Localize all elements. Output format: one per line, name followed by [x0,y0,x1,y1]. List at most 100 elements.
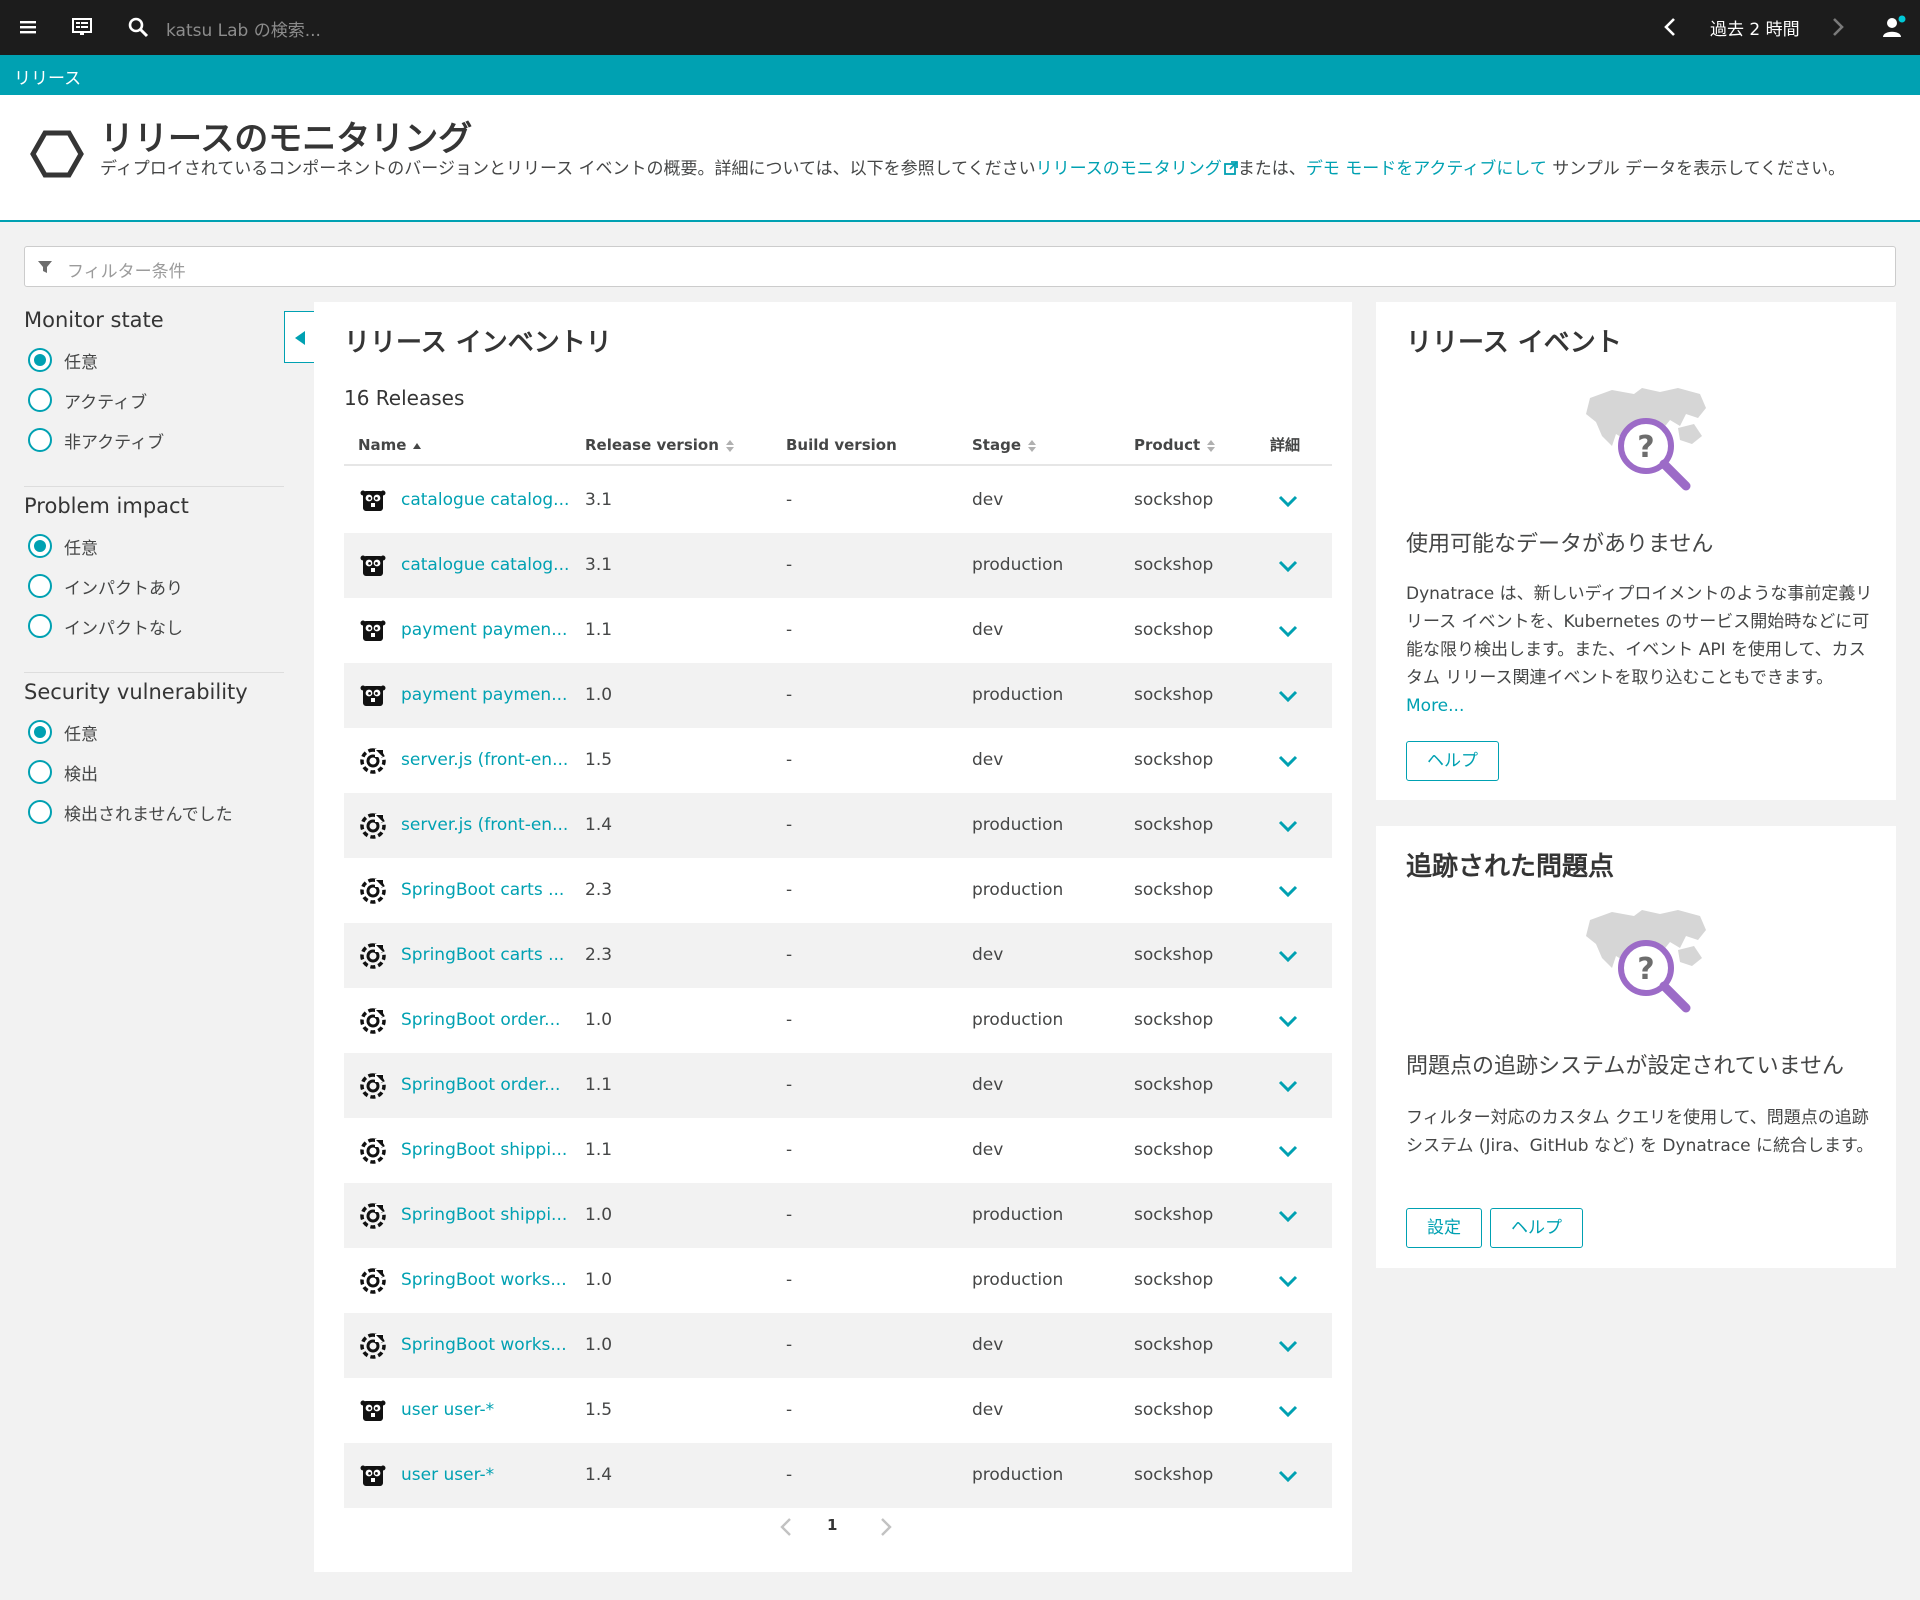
chevron-left-icon[interactable] [1656,13,1684,41]
radio-monitor-any[interactable]: 任意 [24,340,284,380]
radio-button[interactable] [28,760,52,784]
table-row[interactable]: user user-* 1.5 - dev sockshop [344,1378,1332,1443]
release-name-link[interactable]: SpringBoot order... [401,988,560,1053]
table-row[interactable]: SpringBoot works... 1.0 - dev sockshop [344,1313,1332,1378]
release-name-link[interactable]: payment paymen... [401,663,567,728]
more-link[interactable]: More... [1406,696,1464,716]
column-header-build-version: Build version [786,426,897,464]
release-name-link[interactable]: SpringBoot carts ... [401,858,564,923]
expand-chevron-icon[interactable] [1277,490,1299,512]
radio-monitor-active[interactable]: アクティブ [24,380,284,420]
release-name-link[interactable]: catalogue catalog... [401,468,569,533]
table-row[interactable]: server.js (front-en... 1.4 - production sock… [344,793,1332,858]
previous-page-icon[interactable] [780,1518,792,1536]
help-button[interactable]: ヘルプ [1490,1208,1583,1248]
radio-monitor-inactive[interactable]: 非アクティブ [24,420,284,460]
radio-button[interactable] [28,428,52,452]
radio-security-not-detected[interactable]: 検出されませんでした [24,792,284,832]
column-header-release-version[interactable]: Release version [585,426,735,464]
external-link-icon[interactable] [1223,161,1238,175]
table-row[interactable]: payment paymen... 1.0 - production sockshop [344,663,1332,728]
table-row[interactable]: catalogue catalog... 3.1 - dev sockshop [344,468,1332,533]
release-version: 1.5 [585,1400,613,1420]
release-name-link[interactable]: catalogue catalog... [401,533,569,598]
column-header-stage[interactable]: Stage [972,426,1037,464]
table-row[interactable]: SpringBoot order... 1.1 - dev sockshop [344,1053,1332,1118]
expand-chevron-icon[interactable] [1277,1465,1299,1487]
menu-icon[interactable] [14,13,42,41]
radio-button[interactable] [28,800,52,824]
dashboard-icon[interactable] [68,13,96,41]
expand-chevron-icon[interactable] [1277,1010,1299,1032]
expand-chevron-icon[interactable] [1277,815,1299,837]
table-row[interactable]: SpringBoot carts ... 2.3 - dev sockshop [344,923,1332,988]
search-input[interactable]: katsu Lab の検索... [166,16,321,41]
release-monitoring-link[interactable]: リリースのモニタリング [1036,159,1222,179]
stage: production [972,1465,1064,1485]
release-name-link[interactable]: SpringBoot order... [401,1053,560,1118]
radio-button[interactable] [28,534,52,558]
expand-chevron-icon[interactable] [1277,1335,1299,1357]
table-row[interactable]: SpringBoot works... 1.0 - production socksho… [344,1248,1332,1313]
radio-security-any[interactable]: 任意 [24,712,284,752]
expand-chevron-icon[interactable] [1277,880,1299,902]
release-name-link[interactable]: server.js (front-en... [401,728,568,793]
column-header-name[interactable]: Name [358,426,422,464]
next-page-icon[interactable] [880,1518,892,1536]
release-name-link[interactable]: SpringBoot works... [401,1248,567,1313]
table-row[interactable]: payment paymen... 1.1 - dev sockshop [344,598,1332,663]
release-name-link[interactable]: SpringBoot shippi... [401,1118,567,1183]
radio-button[interactable] [28,388,52,412]
build-version: - [786,815,793,835]
expand-chevron-icon[interactable] [1277,620,1299,642]
release-name-link[interactable]: user user-* [401,1443,494,1508]
table-row[interactable]: catalogue catalog... 3.1 - production socksh… [344,533,1332,598]
breadcrumb-item-releases[interactable]: リリース [14,64,81,89]
table-row[interactable]: SpringBoot shippi... 1.1 - dev sockshop [344,1118,1332,1183]
expand-chevron-icon[interactable] [1277,555,1299,577]
stage: production [972,1270,1064,1290]
stage: dev [972,620,1004,640]
help-button[interactable]: ヘルプ [1406,741,1499,781]
expand-chevron-icon[interactable] [1277,1400,1299,1422]
radio-button[interactable] [28,574,52,598]
search-icon[interactable] [124,13,152,41]
page-number[interactable]: 1 [827,1516,837,1534]
table-row[interactable]: SpringBoot order... 1.0 - production socksho… [344,988,1332,1053]
settings-button[interactable]: 設定 [1406,1208,1482,1248]
table-row[interactable]: user user-* 1.4 - production sockshop [344,1443,1332,1508]
release-name-link[interactable]: payment paymen... [401,598,567,663]
table-row[interactable]: SpringBoot carts ... 2.3 - production socksh… [344,858,1332,923]
filter-bar[interactable]: フィルター条件 [24,246,1896,287]
release-name-link[interactable]: user user-* [401,1378,494,1443]
chevron-right-icon[interactable] [1824,13,1852,41]
expand-chevron-icon[interactable] [1277,685,1299,707]
expand-chevron-icon[interactable] [1277,1075,1299,1097]
column-header-product[interactable]: Product [1134,426,1216,464]
radio-button[interactable] [28,348,52,372]
demo-mode-link[interactable]: デモ モードをアクティブにして [1306,159,1547,179]
table-row[interactable]: server.js (front-en... 1.5 - dev sockshop [344,728,1332,793]
radio-button[interactable] [28,614,52,638]
filter-input[interactable]: フィルター条件 [67,257,186,282]
table-row[interactable]: SpringBoot shippi... 1.0 - production socksh… [344,1183,1332,1248]
release-name-link[interactable]: SpringBoot works... [401,1313,567,1378]
expand-chevron-icon[interactable] [1277,945,1299,967]
user-icon[interactable] [1880,13,1908,41]
radio-impact-no[interactable]: インパクトなし [24,606,284,646]
expand-chevron-icon[interactable] [1277,1205,1299,1227]
expand-chevron-icon[interactable] [1277,1270,1299,1292]
release-name-link[interactable]: server.js (front-en... [401,793,568,858]
expand-chevron-icon[interactable] [1277,1140,1299,1162]
release-version: 1.0 [585,1010,613,1030]
radio-impact-any[interactable]: 任意 [24,526,284,566]
release-version: 2.3 [585,880,613,900]
release-name-link[interactable]: SpringBoot carts ... [401,923,564,988]
radio-button[interactable] [28,720,52,744]
collapse-sidebar-button[interactable] [284,311,314,363]
timeframe-selector[interactable]: 過去 2 時間 [1710,15,1800,40]
expand-chevron-icon[interactable] [1277,750,1299,772]
release-name-link[interactable]: SpringBoot shippi... [401,1183,567,1248]
radio-security-detected[interactable]: 検出 [24,752,284,792]
radio-impact-yes[interactable]: インパクトあり [24,566,284,606]
